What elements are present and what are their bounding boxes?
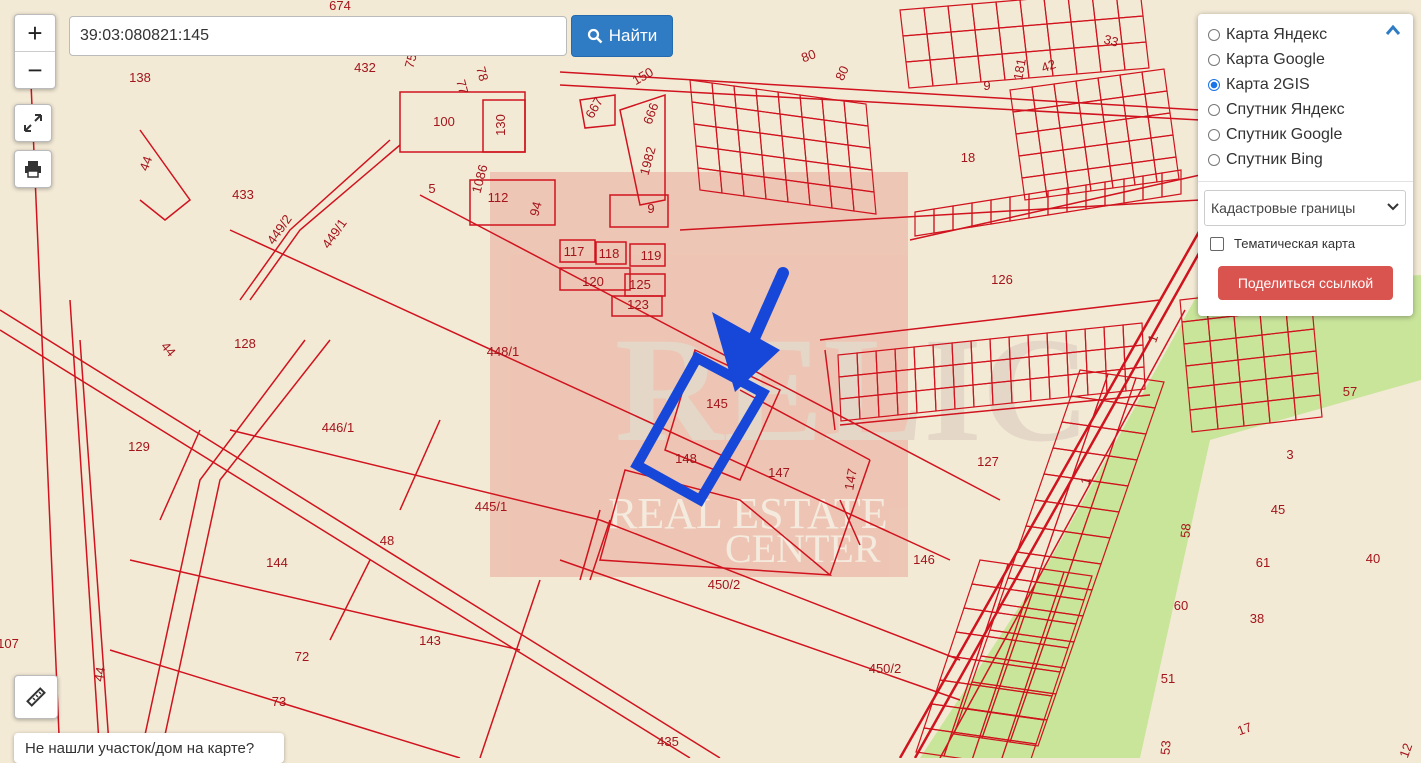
parcel-number-label: 145: [706, 396, 728, 411]
radio-button[interactable]: [1208, 28, 1220, 41]
parcel-number-label: 38: [1250, 611, 1264, 626]
parcel-number-label: 112: [488, 190, 509, 205]
svg-text:RELIC: RELIC: [615, 307, 1090, 473]
parcel-number-label: 144: [266, 555, 288, 570]
not-found-label: Не нашли участок/дом на карте?: [25, 740, 255, 757]
zoom-control: + −: [14, 14, 56, 89]
find-button-label: Найти: [608, 26, 658, 45]
thematic-label: Тематическая карта: [1234, 236, 1356, 251]
basemap-option-label: Спутник Яндекс: [1226, 100, 1345, 118]
basemap-option-label: Карта Яндекс: [1226, 25, 1328, 43]
parcel-number-label: 674: [329, 0, 351, 13]
parcel-number-label: 123: [627, 297, 649, 312]
parcel-number-label: 450/2: [869, 661, 902, 676]
basemap-option[interactable]: Карта 2GIS: [1208, 72, 1403, 97]
parcel-number-label: 130: [493, 114, 508, 136]
parcel-number-label: 138: [129, 70, 151, 85]
chevron-up-icon[interactable]: [1385, 24, 1401, 36]
share-link-button[interactable]: Поделиться ссылкой: [1218, 266, 1393, 300]
parcel-number-label: 129: [128, 439, 150, 454]
basemap-option[interactable]: Карта Google: [1208, 47, 1403, 72]
watermark-line2: CENTER: [725, 526, 881, 571]
parcel-number-label: 57: [1343, 384, 1357, 399]
printer-icon: [25, 161, 41, 178]
share-link-label: Поделиться ссылкой: [1237, 275, 1374, 291]
parcel-number-label: 120: [582, 274, 604, 289]
parcel-number-label: 61: [1256, 555, 1270, 570]
parcel-number-label: 53: [1157, 740, 1173, 756]
radio-button[interactable]: [1208, 153, 1220, 166]
radio-button[interactable]: [1208, 78, 1220, 91]
chevron-down-icon: [1387, 203, 1399, 211]
parcel-number-label: 433: [232, 187, 254, 202]
parcel-number-label: 9: [647, 201, 654, 216]
parcel-number-label: 60: [1174, 598, 1188, 613]
zoom-in-button[interactable]: +: [15, 15, 55, 51]
parcel-number-label: 118: [599, 246, 620, 261]
parcel-number-label: 128: [234, 336, 256, 351]
parcel-number-label: 44: [91, 666, 108, 683]
basemap-option-label: Карта Google: [1226, 50, 1325, 68]
parcel-number-label: 45: [1271, 502, 1285, 517]
basemap-option-label: Карта 2GIS: [1226, 75, 1310, 93]
cadastral-search-input[interactable]: [69, 16, 567, 56]
parcel-number-label: 445/1: [475, 499, 508, 514]
parcel-number-label: 100: [433, 114, 455, 129]
layer-panel: Карта Яндекс Карта Google Карта 2GIS Спутни…: [1198, 14, 1413, 316]
not-found-link[interactable]: Не нашли участок/дом на карте?: [14, 733, 284, 763]
measure-button[interactable]: [14, 675, 58, 719]
basemap-option[interactable]: Спутник Bing: [1208, 147, 1403, 172]
radio-button[interactable]: [1208, 128, 1220, 141]
parcel-number-label: 40: [1366, 551, 1380, 566]
parcel-number-label: 435: [657, 734, 679, 749]
parcel-number-label: 107: [0, 636, 19, 651]
parcel-number-label: 446/1: [322, 420, 355, 435]
find-button[interactable]: Найти: [571, 15, 673, 57]
ruler-icon: [26, 687, 46, 707]
basemap-option-label: Спутник Google: [1226, 125, 1343, 143]
search-icon: [587, 28, 603, 44]
parcel-number-label: 3: [1286, 447, 1293, 462]
print-button[interactable]: [14, 150, 52, 188]
parcel-number-label: 146: [913, 552, 935, 567]
parcel-number-label: 147: [768, 465, 790, 480]
parcel-number-label: 5: [428, 181, 435, 196]
parcel-number-label: 51: [1161, 671, 1175, 686]
parcel-number-label: 18: [961, 150, 975, 165]
basemap-option-label: Спутник Bing: [1226, 150, 1323, 168]
parcel-number-label: 432: [354, 60, 376, 75]
basemap-option[interactable]: Карта Яндекс: [1208, 22, 1403, 47]
parcel-number-label: 127: [977, 454, 999, 469]
basemap-option[interactable]: Спутник Google: [1208, 122, 1403, 147]
parcel-number-label: 448/1: [487, 344, 520, 359]
parcel-number-label: 126: [991, 272, 1013, 287]
radio-button[interactable]: [1208, 103, 1220, 116]
overlay-select[interactable]: Кадастровые границы: [1204, 190, 1406, 226]
basemap-options: Карта Яндекс Карта Google Карта 2GIS Спутни…: [1208, 22, 1403, 172]
basemap-option[interactable]: Спутник Яндекс: [1208, 97, 1403, 122]
parcel-number-label: 450/2: [708, 577, 741, 592]
thematic-checkbox[interactable]: [1210, 236, 1224, 251]
zoom-out-button[interactable]: −: [15, 51, 55, 88]
expand-icon: [24, 114, 42, 132]
parcel-number-label: 119: [641, 248, 662, 263]
parcel-number-label: 48: [380, 533, 394, 548]
parcel-number-label: 125: [629, 277, 651, 292]
thematic-map-toggle[interactable]: Тематическая карта: [1208, 236, 1403, 251]
parcel-number-label: 58: [1177, 523, 1193, 539]
fullscreen-button[interactable]: [14, 104, 52, 142]
parcel-number-label: 117: [564, 244, 585, 259]
parcel-number-label: 73: [272, 694, 286, 709]
parcel-number-label: 72: [295, 649, 309, 664]
parcel-number-label: 148: [675, 451, 697, 466]
parcel-number-label: 143: [419, 633, 441, 648]
parcel-number-label: 9: [983, 78, 990, 93]
overlay-select-value: Кадастровые границы: [1211, 200, 1356, 216]
radio-button[interactable]: [1208, 53, 1220, 66]
